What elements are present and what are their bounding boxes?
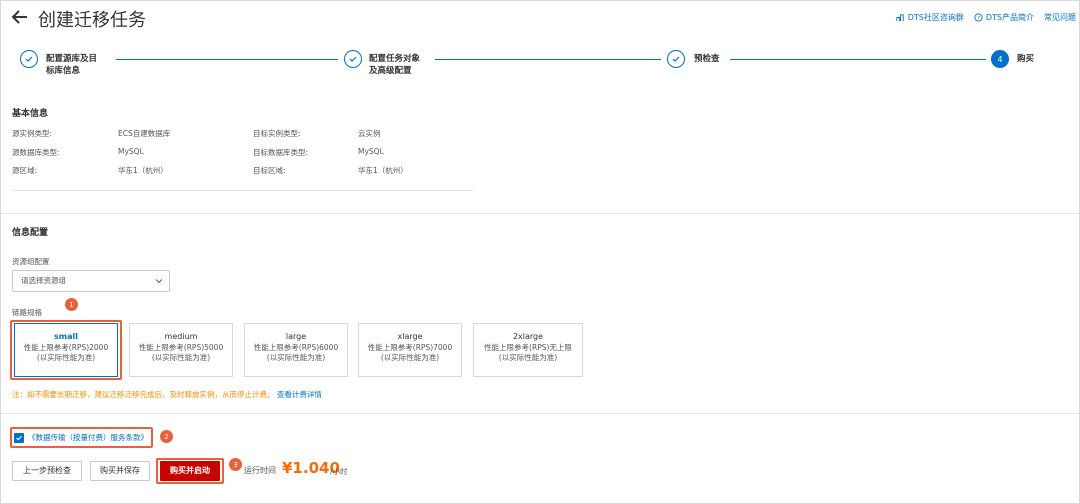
- agreement-row: 《数据传输（按量付费）服务条款》: [14, 432, 148, 443]
- spec-name: medium: [164, 332, 198, 341]
- spec-card-2xlarge[interactable]: 2xlarge 性能上限参考(RPS)无上限 (以实际性能为准): [473, 323, 583, 377]
- step-connector-1: [116, 59, 338, 60]
- help-circle-icon: ?: [974, 13, 983, 22]
- price-unit: /小时: [330, 467, 348, 476]
- spec-label: 链路规格: [12, 308, 42, 317]
- spec-note: (以实际性能为准): [380, 353, 440, 362]
- product-intro-link[interactable]: ? DTS产品简介: [974, 12, 1034, 23]
- callout-badge-2: 2: [160, 430, 173, 443]
- step-2-label: 配置任务对象 及高级配置: [369, 53, 420, 77]
- spec-name: large: [285, 332, 307, 341]
- source-db-type-value: MySQL: [118, 147, 144, 156]
- source-db-type-key: 源数据库类型:: [12, 148, 60, 157]
- spec-note: (以实际性能为准): [266, 353, 326, 362]
- step-1-label-line1: 配置源库及目: [46, 54, 98, 64]
- callout-badge-1: 1: [65, 298, 78, 311]
- spec-note: (以实际性能为准): [151, 353, 211, 362]
- spec-rps: 性能上限参考(RPS)7000: [367, 342, 453, 352]
- section-divider-2: [0, 413, 1080, 414]
- step-2-label-line2: 及高级配置: [369, 66, 412, 76]
- header-links: DTS社区咨询群 ? DTS产品简介 常见问题: [896, 12, 1076, 23]
- step-3-label: 预检查: [694, 54, 720, 64]
- source-region-key: 源区域:: [12, 166, 38, 175]
- step-4-label: 购买: [1017, 54, 1035, 64]
- spec-rps: 性能上限参考(RPS)5000: [138, 342, 224, 352]
- spec-rps: 性能上限参考(RPS)6000: [253, 342, 339, 352]
- spec-card-xlarge[interactable]: xlarge 性能上限参考(RPS)7000 (以实际性能为准): [358, 323, 462, 377]
- section-divider: [0, 213, 1080, 214]
- faq-link[interactable]: 常见问题: [1044, 12, 1076, 23]
- resource-group-placeholder: 请选择资源组: [21, 276, 66, 285]
- buy-and-save-button[interactable]: 购买并保存: [90, 461, 150, 481]
- target-region-value: 华东1（杭州）: [358, 166, 408, 175]
- callout-badge-3: 3: [229, 458, 242, 471]
- step-1-label-line2: 标库信息: [46, 66, 81, 76]
- divider: [12, 190, 474, 191]
- target-region-key: 目标区域:: [253, 166, 286, 175]
- chevron-down-icon: [155, 279, 163, 284]
- target-db-type-key: 目标数据库类型:: [253, 148, 309, 157]
- step-2-label-line1: 配置任务对象: [369, 54, 421, 64]
- agreement-checkbox[interactable]: [14, 432, 24, 443]
- step-1-label: 配置源库及目 标库信息: [46, 53, 97, 77]
- spec-rps: 性能上限参考(RPS)2000: [23, 342, 109, 352]
- spec-card-large[interactable]: large 性能上限参考(RPS)6000 (以实际性能为准): [244, 323, 348, 377]
- spec-name: small: [54, 332, 78, 341]
- info-config-title: 信息配置: [12, 228, 49, 238]
- step-1-check-icon: [20, 50, 38, 68]
- target-db-type-value: MySQL: [358, 147, 384, 156]
- source-region-value: 华东1（杭州）: [118, 166, 168, 175]
- resource-group-select[interactable]: 请选择资源组: [12, 270, 170, 292]
- source-instance-type-value: ECS自建数据库: [118, 129, 171, 138]
- spec-note: (以实际性能为准): [498, 353, 558, 362]
- step-4-number: 4: [991, 50, 1009, 68]
- target-instance-type-key: 目标实例类型:: [253, 129, 301, 138]
- buy-and-start-button[interactable]: 购买并启动: [160, 461, 220, 481]
- community-icon: [896, 14, 904, 22]
- step-2-check-icon: [344, 50, 362, 68]
- community-link-label: DTS社区咨询群: [907, 13, 964, 22]
- product-intro-label: DTS产品简介: [985, 13, 1034, 22]
- step-connector-3: [730, 59, 986, 60]
- spec-note: (以实际性能为准): [36, 353, 96, 362]
- runtime-label: 运行时间: [244, 466, 276, 475]
- step-connector-2: [435, 59, 661, 60]
- target-instance-type-value: 云实例: [358, 129, 381, 138]
- step-3-check-icon: [667, 50, 685, 68]
- prev-precheck-button[interactable]: 上一步预检查: [12, 461, 82, 481]
- svg-text:?: ?: [977, 16, 980, 22]
- resource-group-label: 资源组配置: [12, 257, 50, 266]
- back-arrow-icon[interactable]: [10, 7, 30, 27]
- spec-rps: 性能上限参考(RPS)无上限: [484, 342, 572, 352]
- spec-name: xlarge: [397, 332, 423, 341]
- spec-card-medium[interactable]: medium 性能上限参考(RPS)5000 (以实际性能为准): [129, 323, 233, 377]
- source-instance-type-key: 源实例类型:: [12, 129, 53, 138]
- spec-name: 2xlarge: [512, 332, 544, 341]
- header: 创建迁移任务 DTS社区咨询群 ? DTS产品简介 常见问题: [0, 0, 1080, 36]
- billing-details-link[interactable]: 查看计费详情: [277, 390, 322, 399]
- steps-bar: 配置源库及目 标库信息 配置任务对象 及高级配置 预检查 4 购买: [0, 48, 1080, 88]
- basic-info-title: 基本信息: [12, 109, 49, 119]
- agreement-link[interactable]: 《数据传输（按量付费）服务条款》: [28, 432, 148, 443]
- page-title: 创建迁移任务: [38, 10, 146, 31]
- spec-card-small[interactable]: small 性能上限参考(RPS)2000 (以实际性能为准): [14, 323, 118, 377]
- billing-note-text: 注：如不需要长期迁移，建议迁移迁移完成后，及时释放实例，从而停止计费。: [12, 390, 275, 399]
- community-link[interactable]: DTS社区咨询群: [896, 12, 964, 23]
- check-icon: [16, 435, 22, 441]
- billing-note: 注：如不需要长期迁移，建议迁移迁移完成后，及时释放实例，从而停止计费。 查看计费…: [12, 389, 322, 400]
